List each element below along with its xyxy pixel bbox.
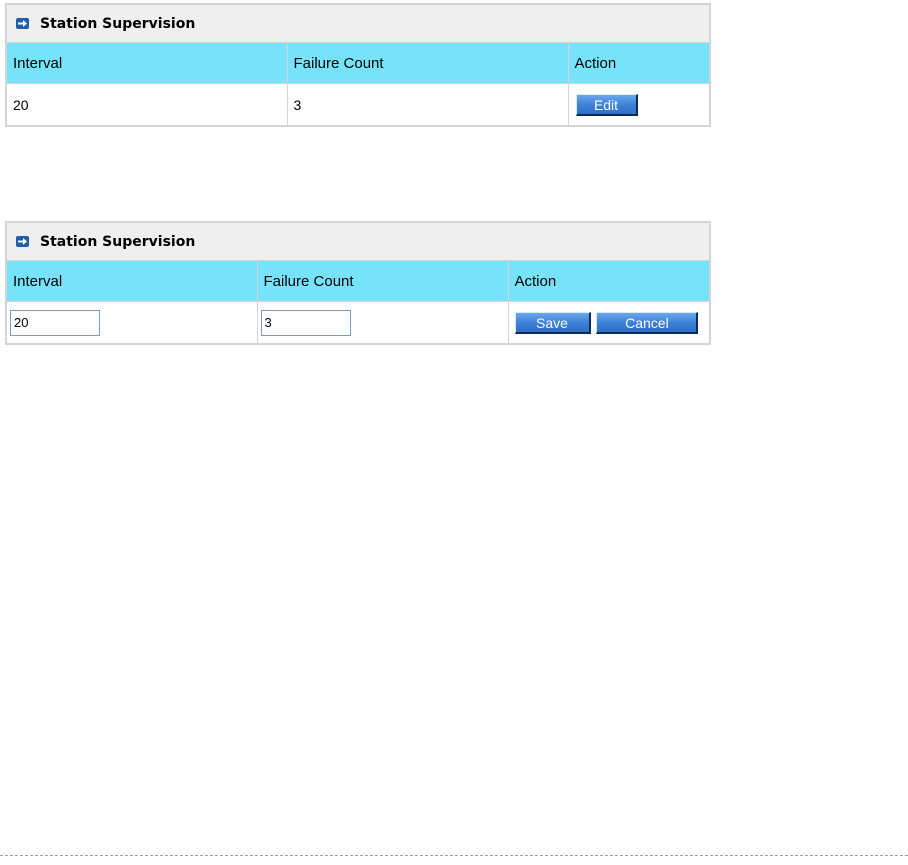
interval-cell: [7, 301, 258, 343]
supervision-edit-table: Interval Failure Count Action Save Cance…: [7, 261, 709, 343]
panel-header: Station Supervision: [7, 5, 709, 43]
column-header-interval: Interval: [7, 43, 288, 84]
station-supervision-view-panel: Station Supervision Interval Failure Cou…: [5, 3, 711, 127]
panel-title: Station Supervision: [40, 15, 196, 32]
page-divider: [0, 855, 908, 856]
table-header-row: Interval Failure Count Action: [7, 261, 709, 302]
failure-count-value: 3: [287, 83, 569, 125]
edit-button[interactable]: Edit: [575, 93, 638, 116]
panel-title: Station Supervision: [40, 233, 196, 250]
station-supervision-edit-panel: Station Supervision Interval Failure Cou…: [5, 221, 711, 345]
table-row: Save Cancel: [7, 301, 709, 344]
column-header-failure-count: Failure Count: [257, 261, 509, 302]
column-header-action: Action: [568, 43, 709, 84]
failure-count-cell: [257, 301, 509, 343]
table-row: 20 3 Edit: [7, 83, 709, 126]
interval-input[interactable]: [10, 309, 100, 336]
cancel-button[interactable]: Cancel: [596, 311, 699, 334]
arrow-right-icon: [16, 18, 29, 29]
column-header-action: Action: [508, 261, 709, 302]
column-header-failure-count: Failure Count: [287, 43, 569, 84]
action-cell: Save Cancel: [508, 302, 709, 344]
panel-header: Station Supervision: [7, 223, 709, 261]
failure-count-input[interactable]: [260, 309, 351, 336]
save-button[interactable]: Save: [514, 311, 591, 334]
table-header-row: Interval Failure Count Action: [7, 43, 709, 84]
arrow-right-icon: [16, 236, 29, 247]
action-cell: Edit: [568, 84, 709, 126]
column-header-interval: Interval: [7, 261, 258, 302]
supervision-table: Interval Failure Count Action 20 3 Edit: [7, 43, 709, 125]
interval-value: 20: [7, 83, 288, 125]
